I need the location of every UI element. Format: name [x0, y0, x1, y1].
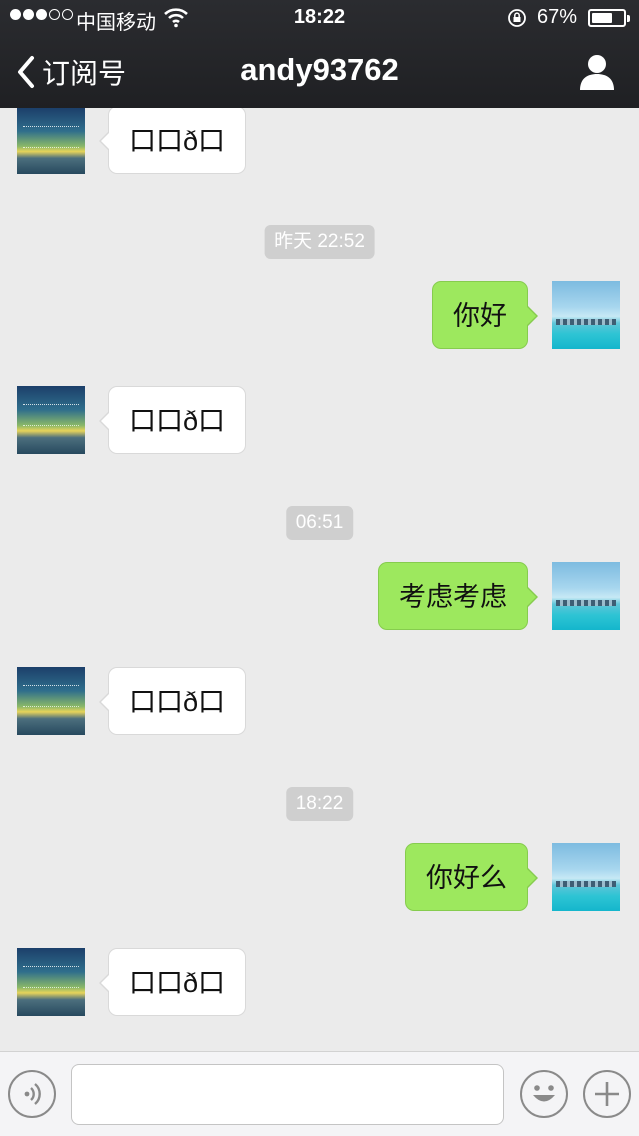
emoji-icon [533, 1085, 555, 1102]
sea-avatar[interactable] [552, 281, 620, 349]
sea-avatar[interactable] [552, 843, 620, 911]
message-input[interactable] [71, 1064, 504, 1125]
message-bubble-incoming[interactable]: 口口ð口 [98, 386, 247, 454]
navigation-bar: 订阅号 andy93762 [0, 36, 639, 108]
rotation-lock-icon [508, 9, 526, 27]
sunset-avatar[interactable] [17, 386, 85, 454]
input-bar [0, 1051, 639, 1136]
message-bubble-outgoing[interactable]: 你好么 [405, 843, 538, 911]
sunset-avatar[interactable] [17, 108, 85, 174]
page-title: andy93762 [240, 52, 399, 87]
sunset-avatar[interactable] [17, 667, 85, 735]
chat-area[interactable]: 口口ð口 昨天 22:52 你好 口口ð口 06:51 考虑考虑 口口ð口 18… [0, 108, 639, 1051]
message-bubble-outgoing[interactable]: 你好 [432, 281, 538, 349]
plus-icon [595, 1082, 619, 1106]
message-bubble-incoming[interactable]: 口口ð口 [98, 667, 247, 735]
timestamp-pill: 昨天 22:52 [264, 225, 375, 259]
timestamp-pill: 18:22 [285, 787, 354, 821]
timestamp-pill: 06:51 [285, 506, 354, 540]
battery-level-fill [592, 13, 613, 23]
more-button[interactable] [583, 1070, 631, 1118]
message-bubble-incoming[interactable]: 口口ð口 [98, 948, 247, 1016]
status-bar: 中国移动 18:22 67% [0, 0, 639, 36]
top-bar: 中国移动 18:22 67% 订阅号 andy93762 [0, 0, 639, 108]
user-profile-icon[interactable] [576, 52, 618, 92]
voice-icon [24, 1083, 41, 1105]
sunset-avatar[interactable] [17, 948, 85, 1016]
voice-button[interactable] [8, 1070, 56, 1118]
battery-icon [588, 9, 630, 27]
emoji-button[interactable] [520, 1070, 568, 1118]
message-bubble-outgoing[interactable]: 考虑考虑 [378, 562, 538, 630]
sea-avatar[interactable] [552, 562, 620, 630]
battery-percent: 67% [537, 6, 578, 28]
message-bubble-incoming[interactable]: 口口ð口 [98, 108, 247, 174]
